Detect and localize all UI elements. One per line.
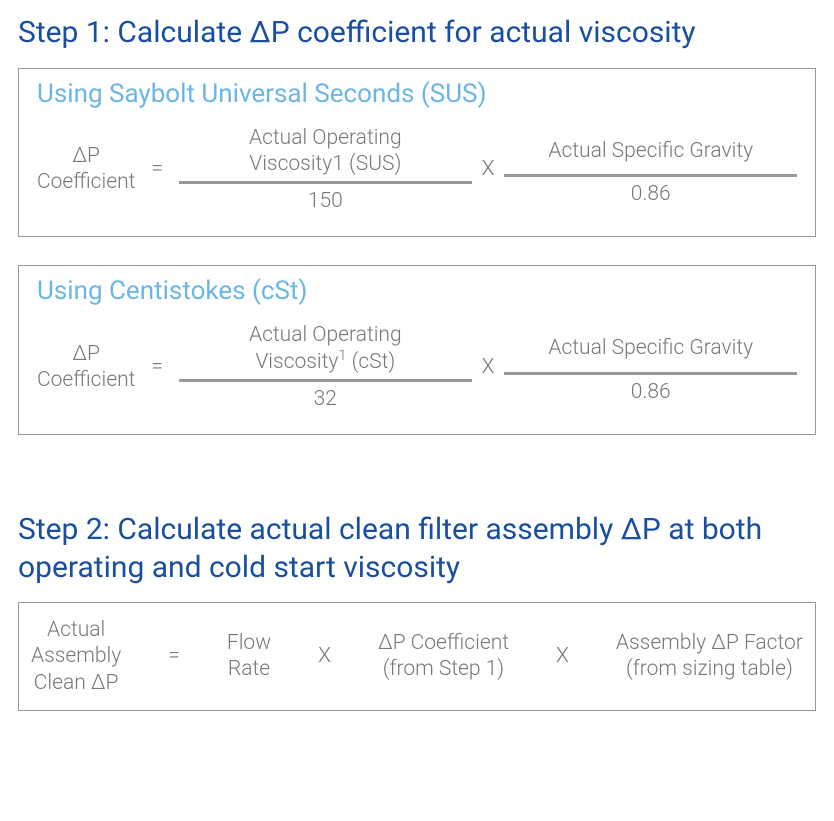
- sus-formula-box: Using Saybolt Universal Seconds (SUS) ΔP…: [18, 68, 816, 238]
- cst-frac1-num-line2: Viscosity1 (cSt): [249, 349, 402, 375]
- dp-coeff-line2: (from Step 1): [378, 656, 509, 682]
- multiply-sign: X: [472, 355, 505, 379]
- cst-frac1-numerator: Actual Operating Viscosity1 (cSt): [239, 318, 412, 379]
- step2-formula-box: Actual Assembly Clean ΔP = Flow Rate X Δ…: [18, 602, 816, 711]
- assembly-factor-line1: Assembly ΔP Factor: [616, 630, 803, 656]
- dp-coeff-line1: ΔP Coefficient: [378, 630, 509, 656]
- sus-formula: ΔP Coefficient = Actual Operating Viscos…: [37, 121, 797, 219]
- sus-lhs: ΔP Coefficient: [37, 143, 135, 196]
- multiply-sign: X: [472, 157, 505, 181]
- flow-rate-term: Flow Rate: [227, 630, 271, 683]
- step2-lhs-line3: Clean ΔP: [31, 670, 121, 696]
- step2-lhs-line1: Actual: [31, 617, 121, 643]
- cst-lhs-line1: ΔP: [37, 341, 135, 367]
- cst-fraction1: Actual Operating Viscosity1 (cSt) 32: [179, 318, 472, 416]
- dp-coefficient-term: ΔP Coefficient (from Step 1): [378, 630, 509, 683]
- sus-frac2-numerator: Actual Specific Gravity: [538, 128, 763, 174]
- cst-frac2-num-text: Actual Specific Gravity: [548, 335, 753, 361]
- step2-formula: Actual Assembly Clean ΔP = Flow Rate X Δ…: [31, 617, 803, 696]
- sus-lhs-line1: ΔP: [37, 143, 135, 169]
- sus-lhs-line2: Coefficient: [37, 169, 135, 195]
- multiply-sign: X: [308, 644, 341, 668]
- multiply-sign: X: [546, 644, 579, 668]
- cst-lhs-line2: Coefficient: [37, 367, 135, 393]
- sus-frac1-num-line2: Viscosity1 (SUS): [249, 151, 402, 177]
- sus-frac1-numerator: Actual Operating Viscosity1 (SUS): [239, 121, 412, 182]
- cst-formula: ΔP Coefficient = Actual Operating Viscos…: [37, 318, 797, 416]
- equals-sign: =: [158, 644, 190, 668]
- sus-frac1-num-line1: Actual Operating: [249, 125, 402, 151]
- assembly-factor-line2: (from sizing table): [616, 656, 803, 682]
- step1-heading: Step 1: Calculate ΔP coefficient for act…: [18, 14, 816, 52]
- sus-fraction1: Actual Operating Viscosity1 (SUS) 150: [179, 121, 472, 219]
- cst-frac1-num-line1: Actual Operating: [249, 322, 402, 348]
- step2-heading: Step 2: Calculate actual clean filter as…: [18, 511, 816, 586]
- cst-frac2-denominator: 0.86: [621, 375, 681, 409]
- step2-lhs-line2: Assembly: [31, 643, 121, 669]
- cst-lhs: ΔP Coefficient: [37, 341, 135, 394]
- equals-sign: =: [135, 157, 179, 181]
- sus-frac2-num-text: Actual Specific Gravity: [548, 138, 753, 164]
- sus-fraction2: Actual Specific Gravity 0.86: [504, 128, 797, 212]
- step2-lhs: Actual Assembly Clean ΔP: [31, 617, 121, 696]
- sus-frac2-denominator: 0.86: [621, 177, 681, 211]
- cst-frac1-denominator: 32: [304, 382, 347, 416]
- sus-frac1-denominator: 150: [298, 184, 353, 218]
- flow-rate-line2: Rate: [227, 656, 271, 682]
- sus-box-title: Using Saybolt Universal Seconds (SUS): [37, 79, 797, 109]
- cst-fraction2: Actual Specific Gravity 0.86: [504, 325, 797, 409]
- cst-formula-box: Using Centistokes (cSt) ΔP Coefficient =…: [18, 265, 816, 435]
- assembly-dp-factor-term: Assembly ΔP Factor (from sizing table): [616, 630, 803, 683]
- flow-rate-line1: Flow: [227, 630, 271, 656]
- cst-frac2-numerator: Actual Specific Gravity: [538, 325, 763, 371]
- equals-sign: =: [135, 355, 179, 379]
- cst-box-title: Using Centistokes (cSt): [37, 276, 797, 306]
